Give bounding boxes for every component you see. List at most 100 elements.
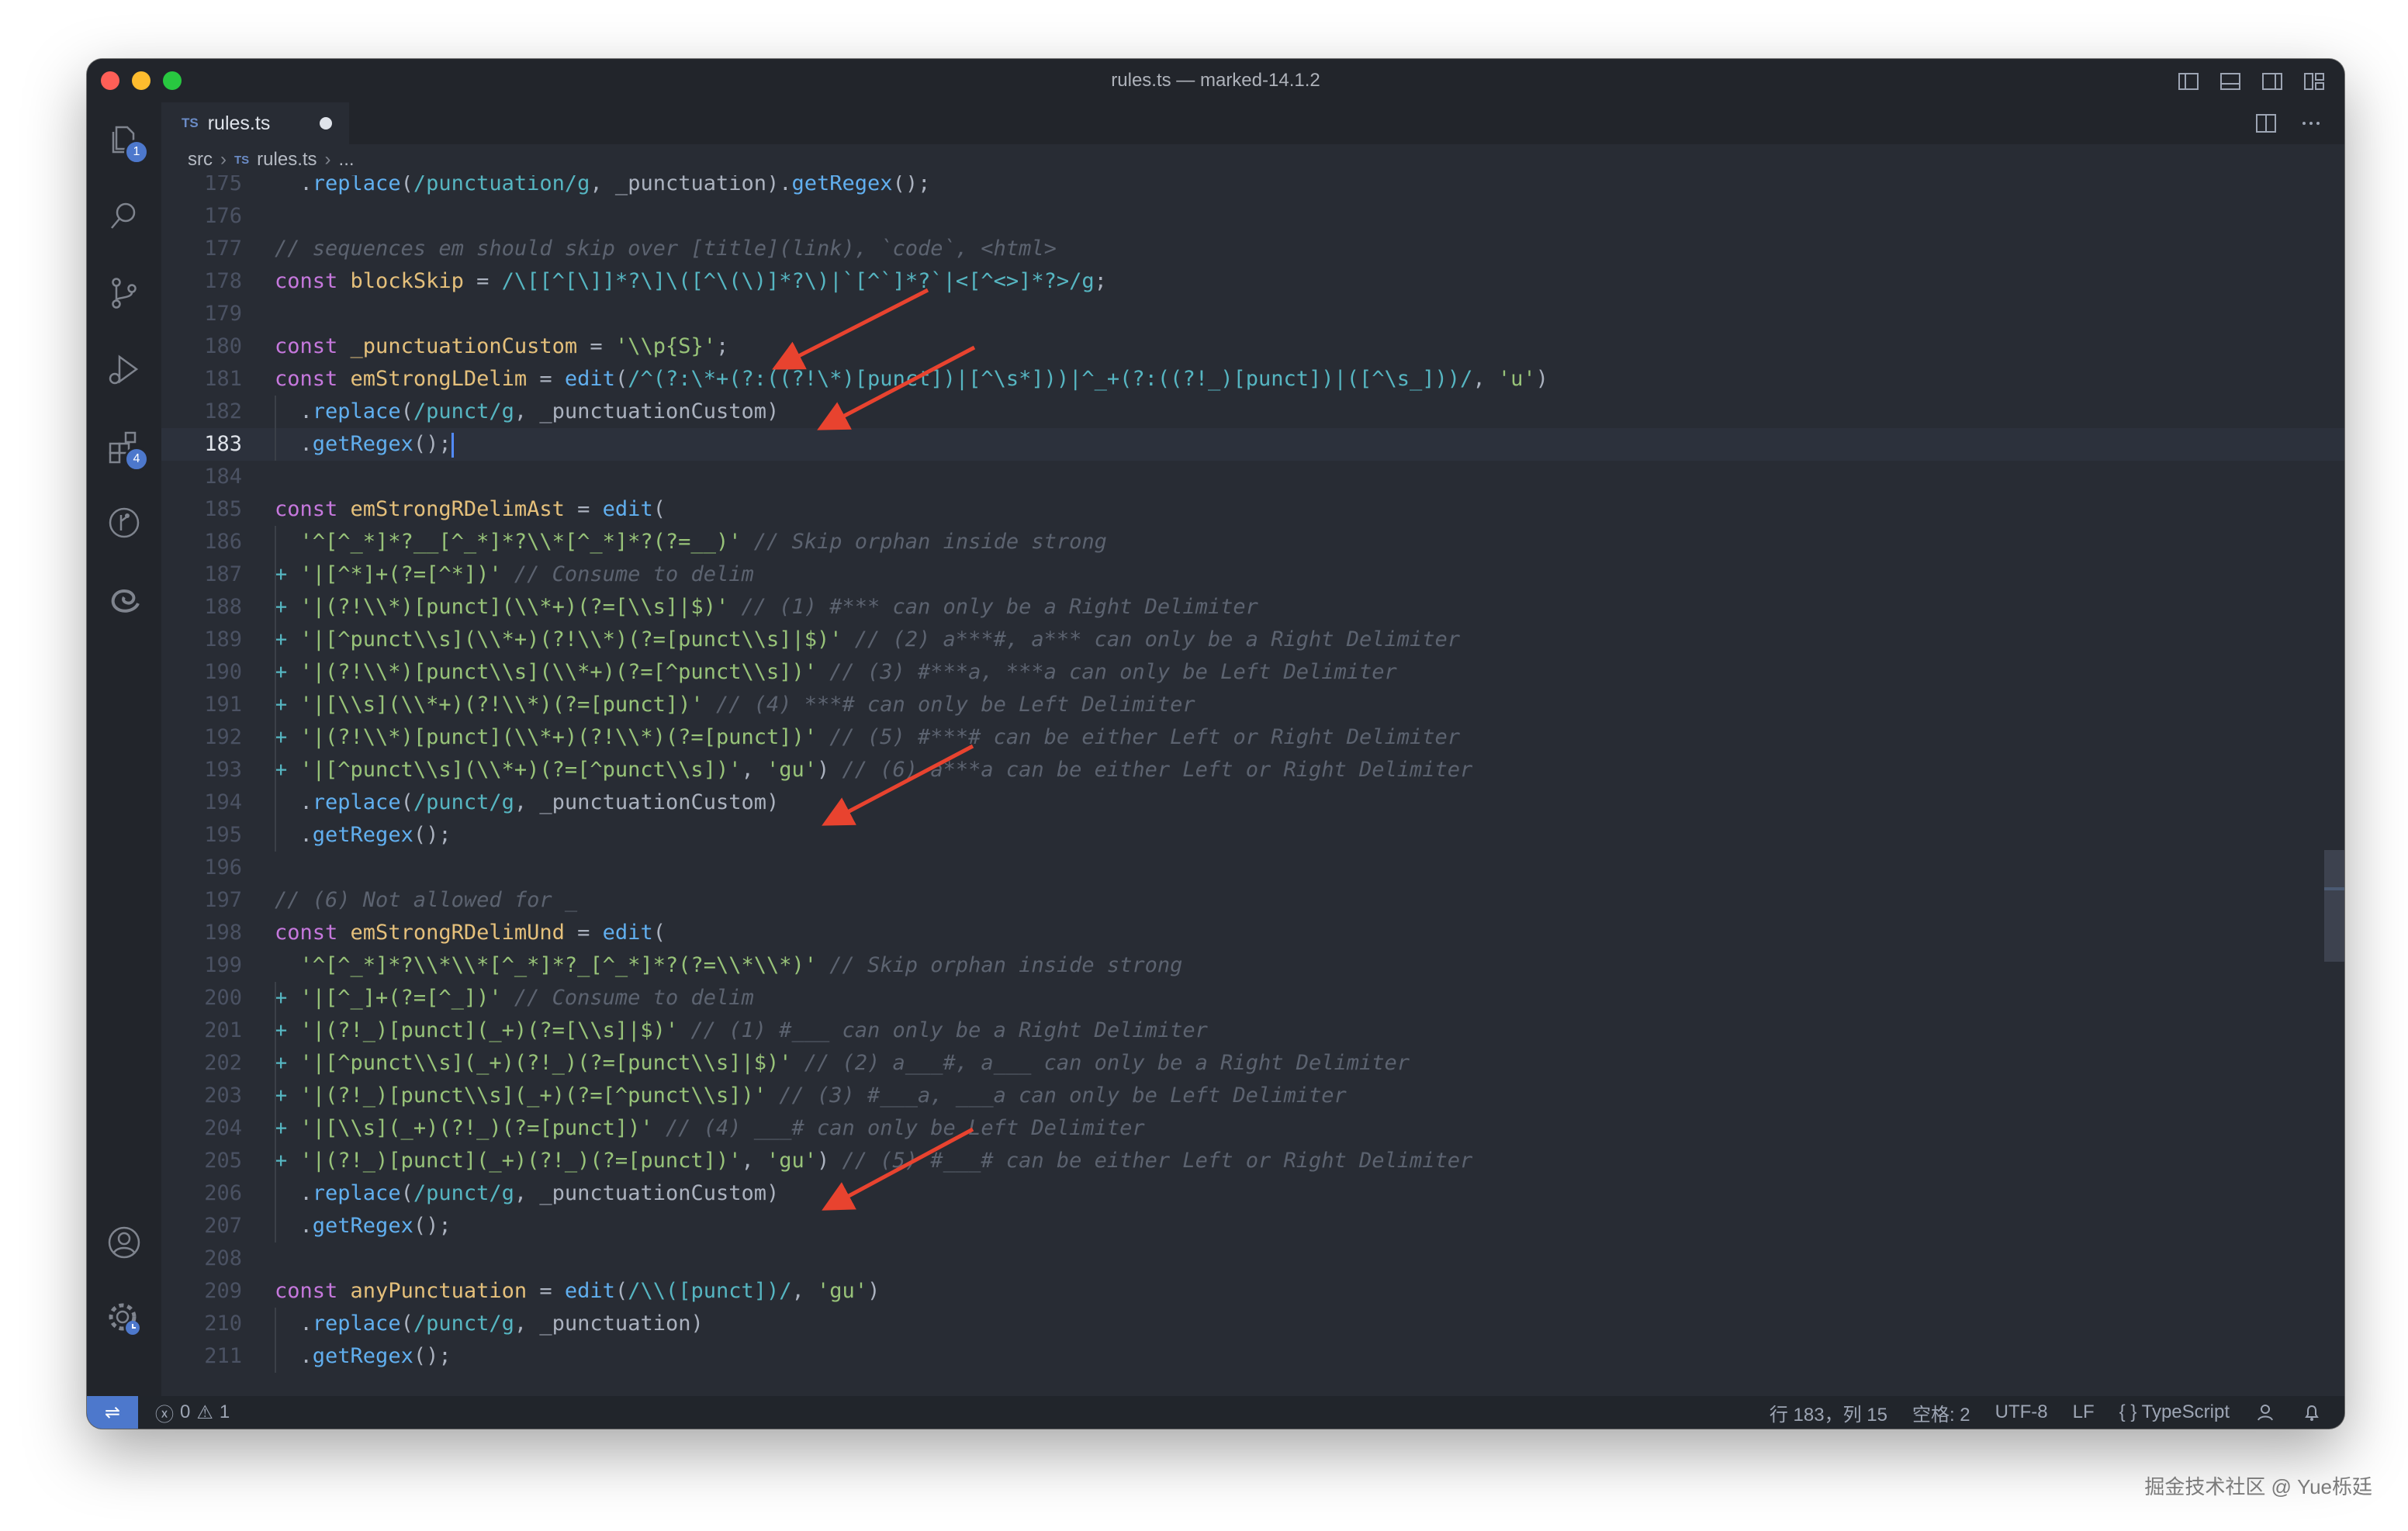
manage-settings-icon[interactable] bbox=[106, 1300, 143, 1337]
toggle-panel-icon[interactable] bbox=[2219, 70, 2242, 93]
code-line[interactable]: 210 .replace(/punct/g, _punctuation) bbox=[161, 1308, 2344, 1340]
typescript-file-icon: TS bbox=[234, 153, 250, 167]
code-line[interactable]: 190 + '|(?!\\*)[punct\\s](\\*+)(?=[^punct… bbox=[161, 656, 2344, 689]
code-token: 'gu' bbox=[766, 758, 818, 782]
code-line[interactable]: 202 + '|[^punct\\s](_+)(?!_)(?=[punct\\s]… bbox=[161, 1047, 2344, 1080]
code-line[interactable]: 175 .replace(/punctuation/g, _punctuatio… bbox=[161, 175, 2344, 200]
line-number: 199 bbox=[204, 953, 242, 977]
end-of-line[interactable]: LF bbox=[2073, 1401, 2095, 1423]
breadcrumb-folder[interactable]: src bbox=[188, 149, 213, 171]
minimize-window-button[interactable] bbox=[132, 71, 150, 90]
code-token: = bbox=[564, 921, 603, 945]
code-line[interactable]: 205 + '|(?!_)[punct](_+)(?!_)(?=[punct])'… bbox=[161, 1145, 2344, 1177]
code-line[interactable]: 187 + '|[^*]+(?=[^*])' // Consume to deli… bbox=[161, 558, 2344, 591]
code-line[interactable]: 188 + '|(?!\\*)[punct](\\*+)(?=[\\s]|$)' … bbox=[161, 591, 2344, 624]
cursor-position[interactable]: 行 183，列 15 bbox=[1770, 1399, 1887, 1426]
code-line[interactable]: 198 const emStrongRDelimUnd = edit( bbox=[161, 917, 2344, 949]
code-editor[interactable]: 175 .replace(/punctuation/g, _punctuatio… bbox=[161, 175, 2344, 1396]
tab-rules-ts[interactable]: TS rules.ts bbox=[161, 102, 349, 144]
code-line[interactable]: 195 .getRegex(); bbox=[161, 819, 2344, 852]
code-line[interactable]: 179 bbox=[161, 298, 2344, 330]
code-text: const anyPunctuation = edit(/\\([punct])… bbox=[275, 1275, 880, 1308]
toggle-secondary-sidebar-icon[interactable] bbox=[2261, 70, 2284, 93]
code-line[interactable]: 196 bbox=[161, 852, 2344, 884]
code-token: ; bbox=[715, 334, 729, 358]
code-token: // (2) a***#, a*** can only be a Right D… bbox=[854, 627, 1461, 651]
breadcrumb-file[interactable]: rules.ts bbox=[257, 149, 317, 171]
code-token: ( bbox=[614, 367, 628, 391]
code-token: replace bbox=[312, 1181, 401, 1205]
indentation[interactable]: 空格: 2 bbox=[1912, 1399, 1970, 1426]
code-token: = bbox=[577, 334, 615, 358]
code-line[interactable]: 184 bbox=[161, 461, 2344, 493]
code-line[interactable]: 194 .replace(/punct/g, _punctuationCusto… bbox=[161, 786, 2344, 819]
code-line[interactable]: 191 + '|[\\s](\\*+)(?!\\*)(?=[punct])' //… bbox=[161, 689, 2344, 721]
problems-indicator[interactable]: ⓧ 0 ⚠ 1 bbox=[155, 1399, 230, 1426]
search-icon[interactable] bbox=[106, 197, 143, 234]
code-line[interactable]: 181 const emStrongLDelim = edit(/^(?:\*+(… bbox=[161, 363, 2344, 396]
run-debug-icon[interactable] bbox=[106, 351, 143, 388]
scrollbar-thumb[interactable] bbox=[2324, 850, 2344, 962]
code-token: edit bbox=[602, 497, 653, 521]
line-number: 196 bbox=[204, 855, 242, 880]
code-line[interactable]: 193 + '|[^punct\\s](\\*+)(?=[^punct\\s])'… bbox=[161, 754, 2344, 786]
code-line[interactable]: 180 const _punctuationCustom = '\\p{S}'; bbox=[161, 330, 2344, 363]
remote-indicator-icon[interactable]: ⇌ bbox=[87, 1396, 138, 1429]
code-token: 'u' bbox=[1497, 367, 1536, 391]
close-window-button[interactable] bbox=[101, 71, 119, 90]
language-mode[interactable]: { } TypeScript bbox=[2119, 1401, 2230, 1423]
code-text: + '|(?!\\*)[punct\\s](\\*+)(?=[^punct\\s… bbox=[275, 656, 1397, 689]
warning-count: 1 bbox=[219, 1401, 230, 1422]
code-line[interactable]: 203 + '|(?!_)[punct\\s](_+)(?=[^punct\\s]… bbox=[161, 1080, 2344, 1112]
code-line[interactable]: 177 // sequences em should skip over [tit… bbox=[161, 233, 2344, 265]
code-line[interactable]: 192 + '|(?!\\*)[punct](\\*+)(?!\\*)(?=[pu… bbox=[161, 721, 2344, 754]
git-graph-icon[interactable] bbox=[106, 504, 143, 541]
code-line[interactable]: 201 + '|(?!_)[punct](_+)(?=[\\s]|$)' // (… bbox=[161, 1014, 2344, 1047]
code-token: ) bbox=[817, 758, 842, 782]
line-number: 192 bbox=[204, 725, 242, 749]
code-token: const bbox=[275, 334, 351, 358]
code-token: '|[^_]+(?=[^_])' bbox=[299, 986, 502, 1010]
code-line[interactable]: 178 const blockSkip = /\[[^[\]]*?\]\([^\(… bbox=[161, 265, 2344, 298]
account-icon[interactable] bbox=[106, 1224, 143, 1261]
unsaved-dot-icon[interactable] bbox=[320, 117, 332, 130]
code-token: // (1) #___ can only be a Right Delimite… bbox=[690, 1018, 1208, 1042]
extensions-icon[interactable]: 4 bbox=[106, 428, 149, 472]
code-line[interactable]: 207 .getRegex(); bbox=[161, 1210, 2344, 1242]
toggle-primary-sidebar-icon[interactable] bbox=[2177, 70, 2200, 93]
explorer-icon[interactable]: 1 bbox=[106, 121, 149, 164]
code-line[interactable]: 204 + '|[\\s](_+)(?!_)(?=[punct])' // (4)… bbox=[161, 1112, 2344, 1145]
code-token: edit bbox=[564, 1279, 615, 1303]
code-token: /punct/g bbox=[413, 790, 514, 814]
maximize-window-button[interactable] bbox=[163, 71, 182, 90]
code-line[interactable]: 182 .replace(/punct/g, _punctuationCusto… bbox=[161, 396, 2344, 428]
code-line[interactable]: 200 + '|[^_]+(?=[^_])' // Consume to deli… bbox=[161, 982, 2344, 1014]
code-line[interactable]: 199 '^[^_*]*?\\*\\*[^_*]*?_[^_*]*?(?=\\*… bbox=[161, 949, 2344, 982]
customize-layout-icon[interactable] bbox=[2302, 70, 2326, 93]
split-editor-icon[interactable] bbox=[2254, 112, 2278, 135]
vertical-scrollbar[interactable] bbox=[2324, 175, 2344, 1396]
line-number: 200 bbox=[204, 986, 242, 1010]
notifications-bell-icon[interactable] bbox=[2301, 1401, 2323, 1423]
code-line[interactable]: 197 // (6) Not allowed for _ bbox=[161, 884, 2344, 917]
code-line[interactable]: 183 .getRegex(); bbox=[161, 428, 2344, 461]
breadcrumb-symbols[interactable]: ... bbox=[339, 149, 355, 171]
edge-devtools-icon[interactable] bbox=[106, 580, 143, 617]
code-line[interactable]: 176 bbox=[161, 200, 2344, 233]
code-line[interactable]: 208 bbox=[161, 1242, 2344, 1275]
code-line[interactable]: 211 .getRegex(); bbox=[161, 1340, 2344, 1373]
more-actions-icon[interactable] bbox=[2299, 112, 2323, 135]
code-line[interactable]: 189 + '|[^punct\\s](\\*+)(?!\\*)(?=[punct… bbox=[161, 624, 2344, 656]
feedback-icon[interactable] bbox=[2254, 1401, 2276, 1423]
code-line[interactable]: 206 .replace(/punct/g, _punctuationCusto… bbox=[161, 1177, 2344, 1210]
code-line[interactable]: 186 '^[^_*]*?__[^_*]*?\\*[^_*]*?(?=__)' … bbox=[161, 526, 2344, 558]
encoding[interactable]: UTF-8 bbox=[1995, 1401, 2048, 1423]
line-number: 198 bbox=[204, 921, 242, 945]
code-token: replace bbox=[312, 175, 401, 195]
code-line[interactable]: 185 const emStrongRDelimAst = edit( bbox=[161, 493, 2344, 526]
code-token: , bbox=[741, 758, 766, 782]
source-control-icon[interactable] bbox=[106, 275, 143, 312]
code-line[interactable]: 209 const anyPunctuation = edit(/\\([punc… bbox=[161, 1275, 2344, 1308]
code-token: ) bbox=[867, 1279, 881, 1303]
